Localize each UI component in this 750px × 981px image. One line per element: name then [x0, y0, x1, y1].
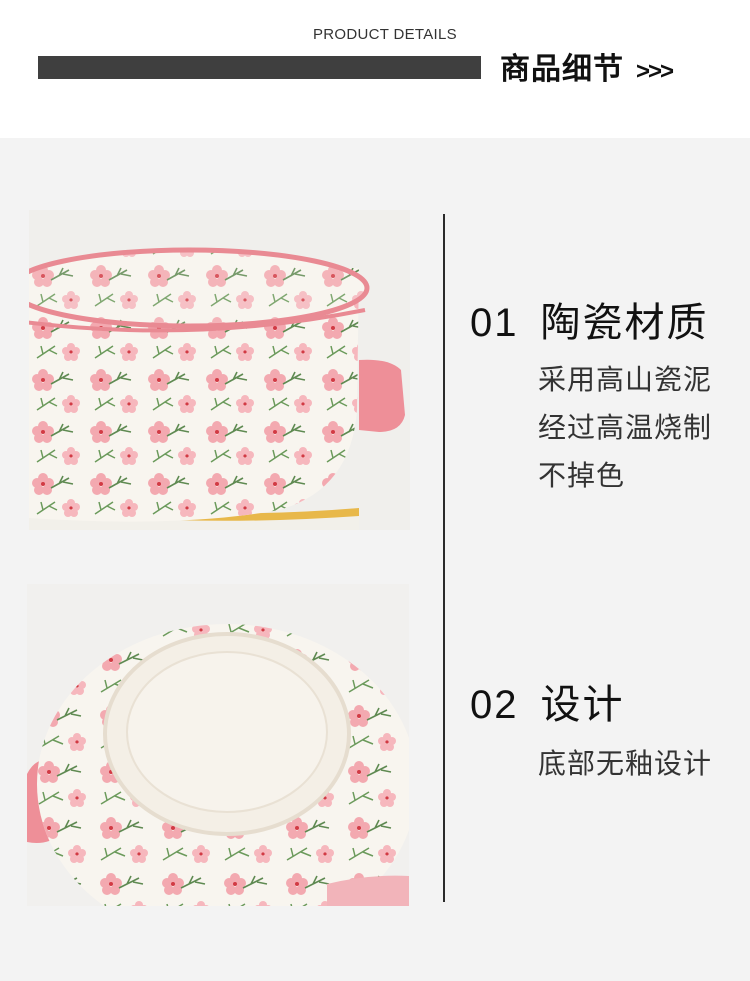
page-header: PRODUCT DETAILS 商品细节 >>>	[0, 0, 750, 138]
feature-heading-material: 01 陶瓷材质	[470, 290, 709, 348]
feature-description-design: 底部无釉设计	[538, 740, 712, 788]
bowl-side-photo	[29, 210, 410, 530]
feature-title: 设计	[540, 682, 625, 728]
feature-line: 采用高山瓷泥	[538, 363, 713, 396]
feature-description-material: 采用高山瓷泥 经过高温烧制 不掉色	[538, 356, 712, 500]
feature-number: 01	[470, 301, 519, 345]
feature-number: 02	[470, 683, 519, 727]
header-bar	[38, 56, 481, 79]
feature-line: 底部无釉设计	[538, 747, 713, 780]
detail-content: 01 陶瓷材质 采用高山瓷泥 经过高温烧制 不掉色 02 设计 底部无釉设计	[0, 138, 750, 981]
section-title-text: 商品细节	[500, 52, 624, 87]
feature-heading-design: 02 设计	[470, 672, 625, 730]
arrows-icon: >>>	[636, 58, 674, 85]
section-subtitle: PRODUCT DETAILS	[313, 26, 457, 43]
feature-title: 陶瓷材质	[540, 300, 709, 346]
bowl-bottom-photo	[27, 584, 409, 906]
divider-line	[443, 214, 445, 902]
feature-line: 经过高温烧制	[538, 411, 713, 444]
feature-line: 不掉色	[538, 459, 626, 492]
section-title: 商品细节 >>>	[500, 44, 674, 88]
